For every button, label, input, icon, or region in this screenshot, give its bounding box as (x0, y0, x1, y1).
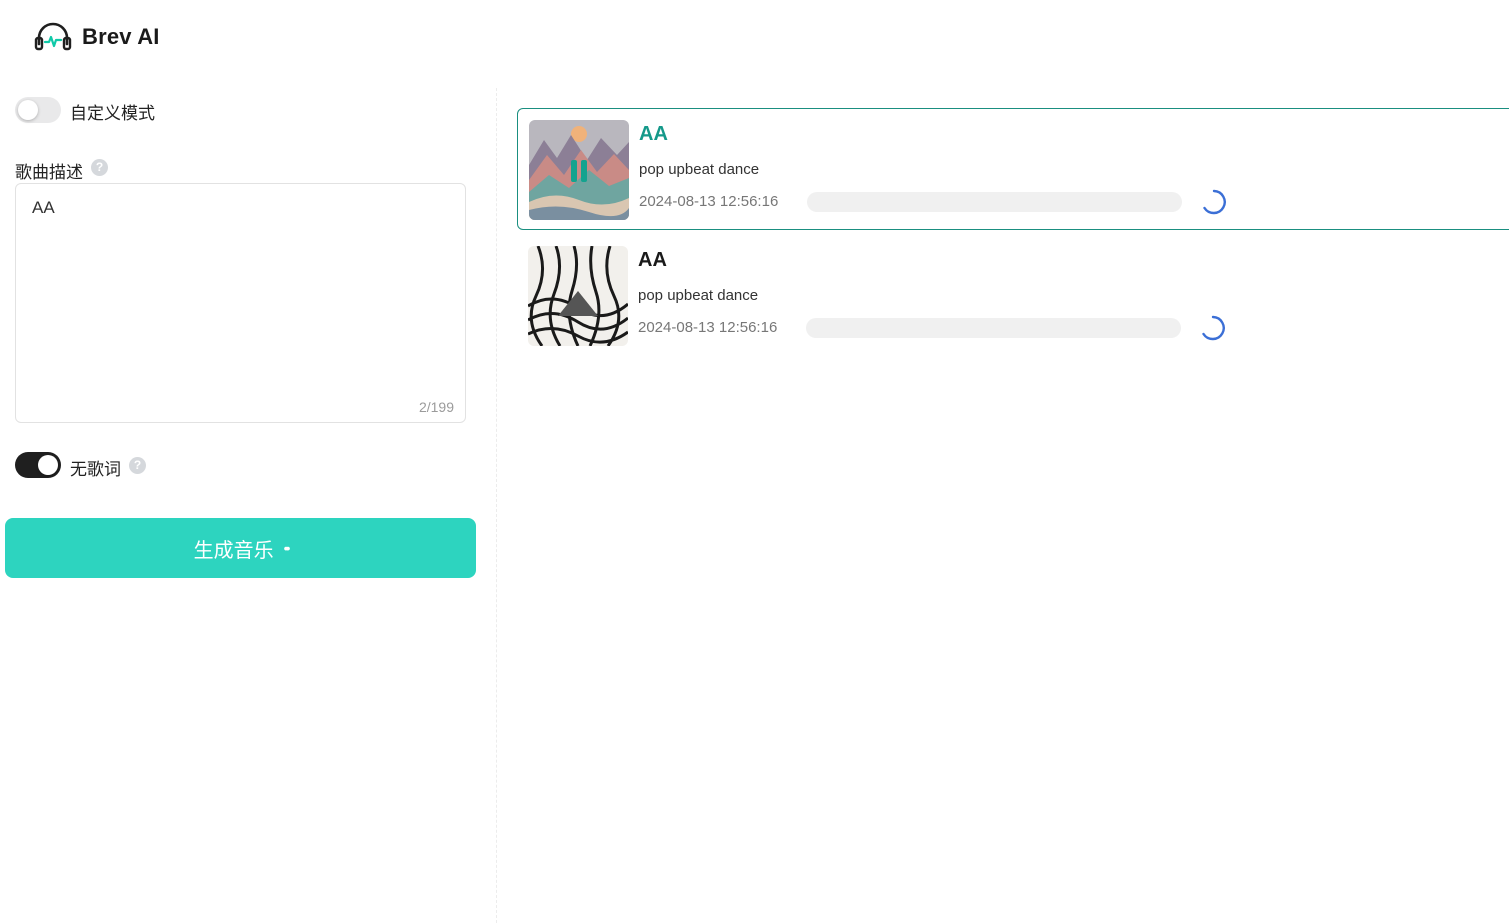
song-progress-bar[interactable] (806, 318, 1181, 338)
pause-icon[interactable] (571, 160, 589, 182)
character-counter: 2/199 (418, 399, 454, 415)
cover-image-waves (528, 246, 628, 346)
song-cover[interactable] (529, 120, 629, 220)
loading-spinner-icon (1203, 189, 1226, 215)
generate-music-label: 生成音乐 (193, 539, 274, 562)
toggle-knob (18, 100, 38, 120)
generate-music-button[interactable]: 生成音乐 •• (5, 518, 476, 578)
song-description-input[interactable]: AA 2/199 (15, 183, 466, 423)
generation-panel: 自定义模式 歌曲描述 ? AA 2/199 无歌词 ? 生成音乐 •• (0, 0, 496, 835)
loading-dots-icon: •• (283, 540, 291, 556)
instrumental-label: 无歌词 (70, 460, 121, 479)
song-created-time: 2024-08-13 12:56:16 (639, 193, 779, 210)
help-icon[interactable]: ? (91, 159, 108, 176)
toggle-knob (38, 455, 58, 475)
loading-spinner-icon (1202, 315, 1225, 341)
song-description-label: 歌曲描述 (15, 163, 83, 182)
custom-mode-toggle[interactable] (15, 97, 61, 123)
song-progress-bar[interactable] (807, 192, 1182, 212)
panel-divider (496, 88, 497, 923)
help-icon[interactable]: ? (129, 457, 146, 474)
song-description-value: AA (32, 198, 55, 217)
song-card[interactable]: AA pop upbeat dance 2024-08-13 12:56:16 (517, 235, 1509, 357)
song-title[interactable]: AA (638, 249, 667, 272)
song-card[interactable]: AA pop upbeat dance 2024-08-13 12:56:16 (517, 108, 1509, 230)
song-tags: pop upbeat dance (639, 161, 760, 178)
song-tags: pop upbeat dance (638, 287, 759, 304)
instrumental-toggle[interactable] (15, 452, 61, 478)
song-title[interactable]: AA (639, 123, 668, 146)
song-cover[interactable] (528, 246, 628, 346)
song-created-time: 2024-08-13 12:56:16 (638, 319, 778, 336)
custom-mode-label: 自定义模式 (70, 104, 155, 123)
